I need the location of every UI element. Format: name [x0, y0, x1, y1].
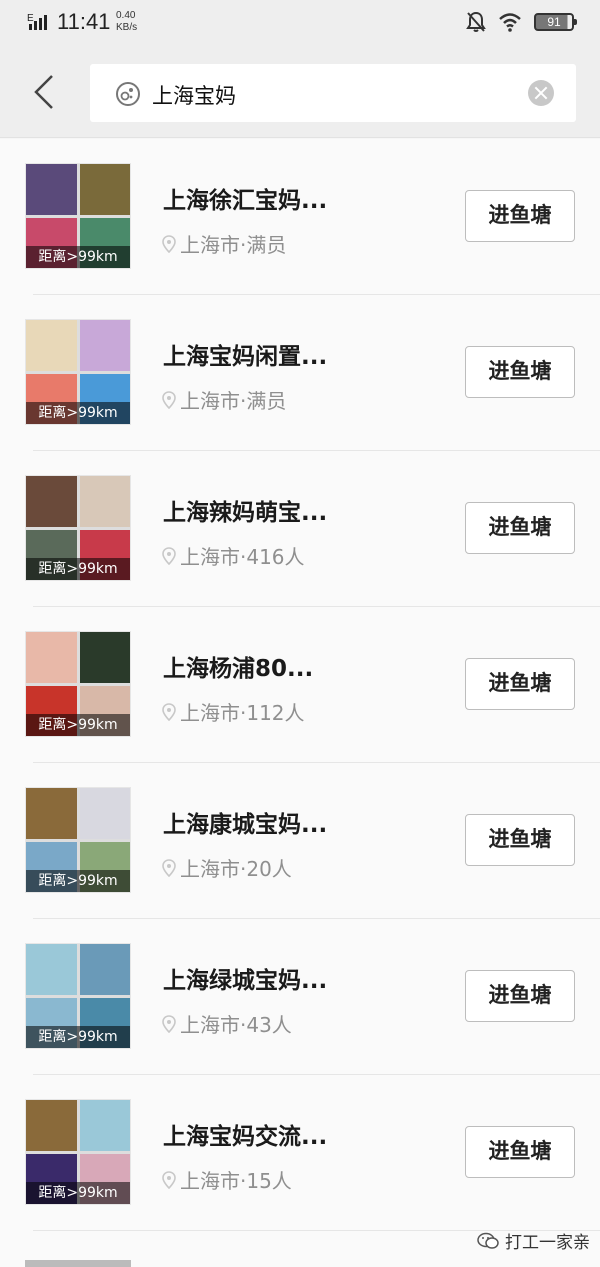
group-meta: 上海市·15人: [162, 1165, 292, 1194]
group-location: 上海市·20人: [180, 857, 292, 881]
group-name: 上海绿城宝妈...: [163, 968, 328, 994]
thumbnail-image: [26, 632, 77, 683]
join-pond-button[interactable]: 进鱼塘: [465, 346, 575, 398]
group-meta: 上海市·416人: [162, 541, 305, 570]
group-thumbnail[interactable]: 距离>99km: [25, 1099, 131, 1205]
signal-icon: E: [27, 13, 47, 30]
wifi-icon: [499, 13, 521, 32]
thumbnail-image: [26, 944, 77, 995]
location-pin-icon: [162, 1170, 176, 1189]
join-pond-button[interactable]: 进鱼塘: [465, 1126, 575, 1178]
group-name: 上海杨浦80...: [163, 656, 314, 682]
search-query[interactable]: 上海宝妈: [152, 80, 236, 110]
group-location: 上海市·满员: [180, 233, 287, 257]
thumbnail-image: [79, 788, 130, 839]
distance-badge: 距离>99km: [26, 402, 130, 424]
thumbnail-image: [26, 320, 77, 371]
group-meta: 上海市·20人: [162, 853, 292, 882]
list-item[interactable]: 距离>99km 上海杨浦80... 上海市·112人 进鱼塘: [0, 607, 600, 763]
group-thumbnail[interactable]: 距离>99km: [25, 163, 131, 269]
distance-badge: 距离>99km: [26, 1026, 130, 1048]
location-pin-icon: [162, 702, 176, 721]
list-item[interactable]: 距离>99km 上海宝妈交流... 上海市·15人 进鱼塘: [0, 1075, 600, 1231]
group-name: 上海宝妈闲置...: [163, 344, 328, 370]
search-header: 上海宝妈: [0, 46, 600, 138]
location-pin-icon: [162, 234, 176, 253]
result-list: 距离>99km 上海徐汇宝妈... 上海市·满员 进鱼塘 距离>99km 上海宝…: [0, 139, 600, 1231]
search-icon: [116, 82, 140, 106]
list-item[interactable]: 距离>99km 上海康城宝妈... 上海市·20人 进鱼塘: [0, 763, 600, 919]
distance-badge: 距离>99km: [26, 1182, 130, 1204]
group-thumbnail[interactable]: 距离>99km: [25, 475, 131, 581]
mute-bell-icon: [466, 11, 486, 32]
list-item[interactable]: 距离>99km 上海徐汇宝妈... 上海市·满员 进鱼塘: [0, 139, 600, 295]
thumbnail-image: [79, 320, 130, 371]
list-item[interactable]: 距离>99km 上海宝妈闲置... 上海市·满员 进鱼塘: [0, 295, 600, 451]
thumbnail-image: [26, 164, 77, 215]
group-meta: 上海市·43人: [162, 1009, 292, 1038]
group-location: 上海市·43人: [180, 1013, 292, 1037]
location-pin-icon: [162, 390, 176, 409]
location-pin-icon: [162, 546, 176, 565]
thumbnail-image: [26, 1100, 77, 1151]
join-pond-button[interactable]: 进鱼塘: [465, 970, 575, 1022]
thumbnail-image: [26, 788, 77, 839]
distance-badge: 距离>99km: [26, 558, 130, 580]
group-name: 上海宝妈交流...: [163, 1124, 328, 1150]
watermark: 打工一家亲: [477, 1228, 590, 1253]
status-bar: E 11:41 0.40 KB/s 91: [0, 0, 600, 46]
wechat-icon: [477, 1232, 499, 1249]
group-location: 上海市·416人: [180, 545, 305, 569]
group-name: 上海徐汇宝妈...: [163, 188, 328, 214]
group-name: 上海康城宝妈...: [163, 812, 328, 838]
watermark-text: 打工一家亲: [505, 1233, 590, 1253]
distance-badge: 距离>99km: [26, 714, 130, 736]
location-pin-icon: [162, 1014, 176, 1033]
clear-icon[interactable]: [528, 80, 554, 106]
chevron-left-icon[interactable]: [28, 72, 62, 112]
thumbnail-image: [79, 476, 130, 527]
group-thumbnail[interactable]: 距离>99km: [25, 319, 131, 425]
group-name: 上海辣妈萌宝...: [163, 500, 328, 526]
join-pond-button[interactable]: 进鱼塘: [465, 658, 575, 710]
join-pond-button[interactable]: 进鱼塘: [465, 502, 575, 554]
network-speed: 0.40 KB/s: [116, 10, 138, 33]
group-meta: 上海市·满员: [162, 229, 286, 258]
svg-text:E: E: [27, 13, 34, 24]
distance-badge: 距离>99km: [26, 870, 130, 892]
group-location: 上海市·满员: [180, 389, 287, 413]
search-input[interactable]: 上海宝妈: [90, 64, 576, 122]
thumbnail-image: [79, 632, 130, 683]
list-item[interactable]: 距离>99km 上海绿城宝妈... 上海市·43人 进鱼塘: [0, 919, 600, 1075]
join-pond-button[interactable]: 进鱼塘: [465, 814, 575, 866]
status-icons: 91: [466, 11, 577, 33]
thumbnail-image: [26, 476, 77, 527]
group-location: 上海市·112人: [180, 701, 305, 725]
distance-badge: 距离>99km: [26, 246, 130, 268]
group-meta: 上海市·满员: [162, 385, 286, 414]
thumbnail-image: [79, 1100, 130, 1151]
status-time: 11:41: [57, 9, 111, 34]
group-location: 上海市·15人: [180, 1169, 292, 1193]
join-pond-button[interactable]: 进鱼塘: [465, 190, 575, 242]
group-thumbnail[interactable]: 距离>99km: [25, 787, 131, 893]
battery-indicator: 91: [534, 13, 577, 31]
list-item[interactable]: 距离>99km 上海辣妈萌宝... 上海市·416人 进鱼塘: [0, 451, 600, 607]
group-thumbnail[interactable]: 距离>99km: [25, 943, 131, 1049]
group-thumbnail: [25, 1260, 131, 1267]
group-thumbnail[interactable]: 距离>99km: [25, 631, 131, 737]
thumbnail-image: [79, 944, 130, 995]
thumbnail-image: [79, 164, 130, 215]
location-pin-icon: [162, 858, 176, 877]
group-meta: 上海市·112人: [162, 697, 305, 726]
